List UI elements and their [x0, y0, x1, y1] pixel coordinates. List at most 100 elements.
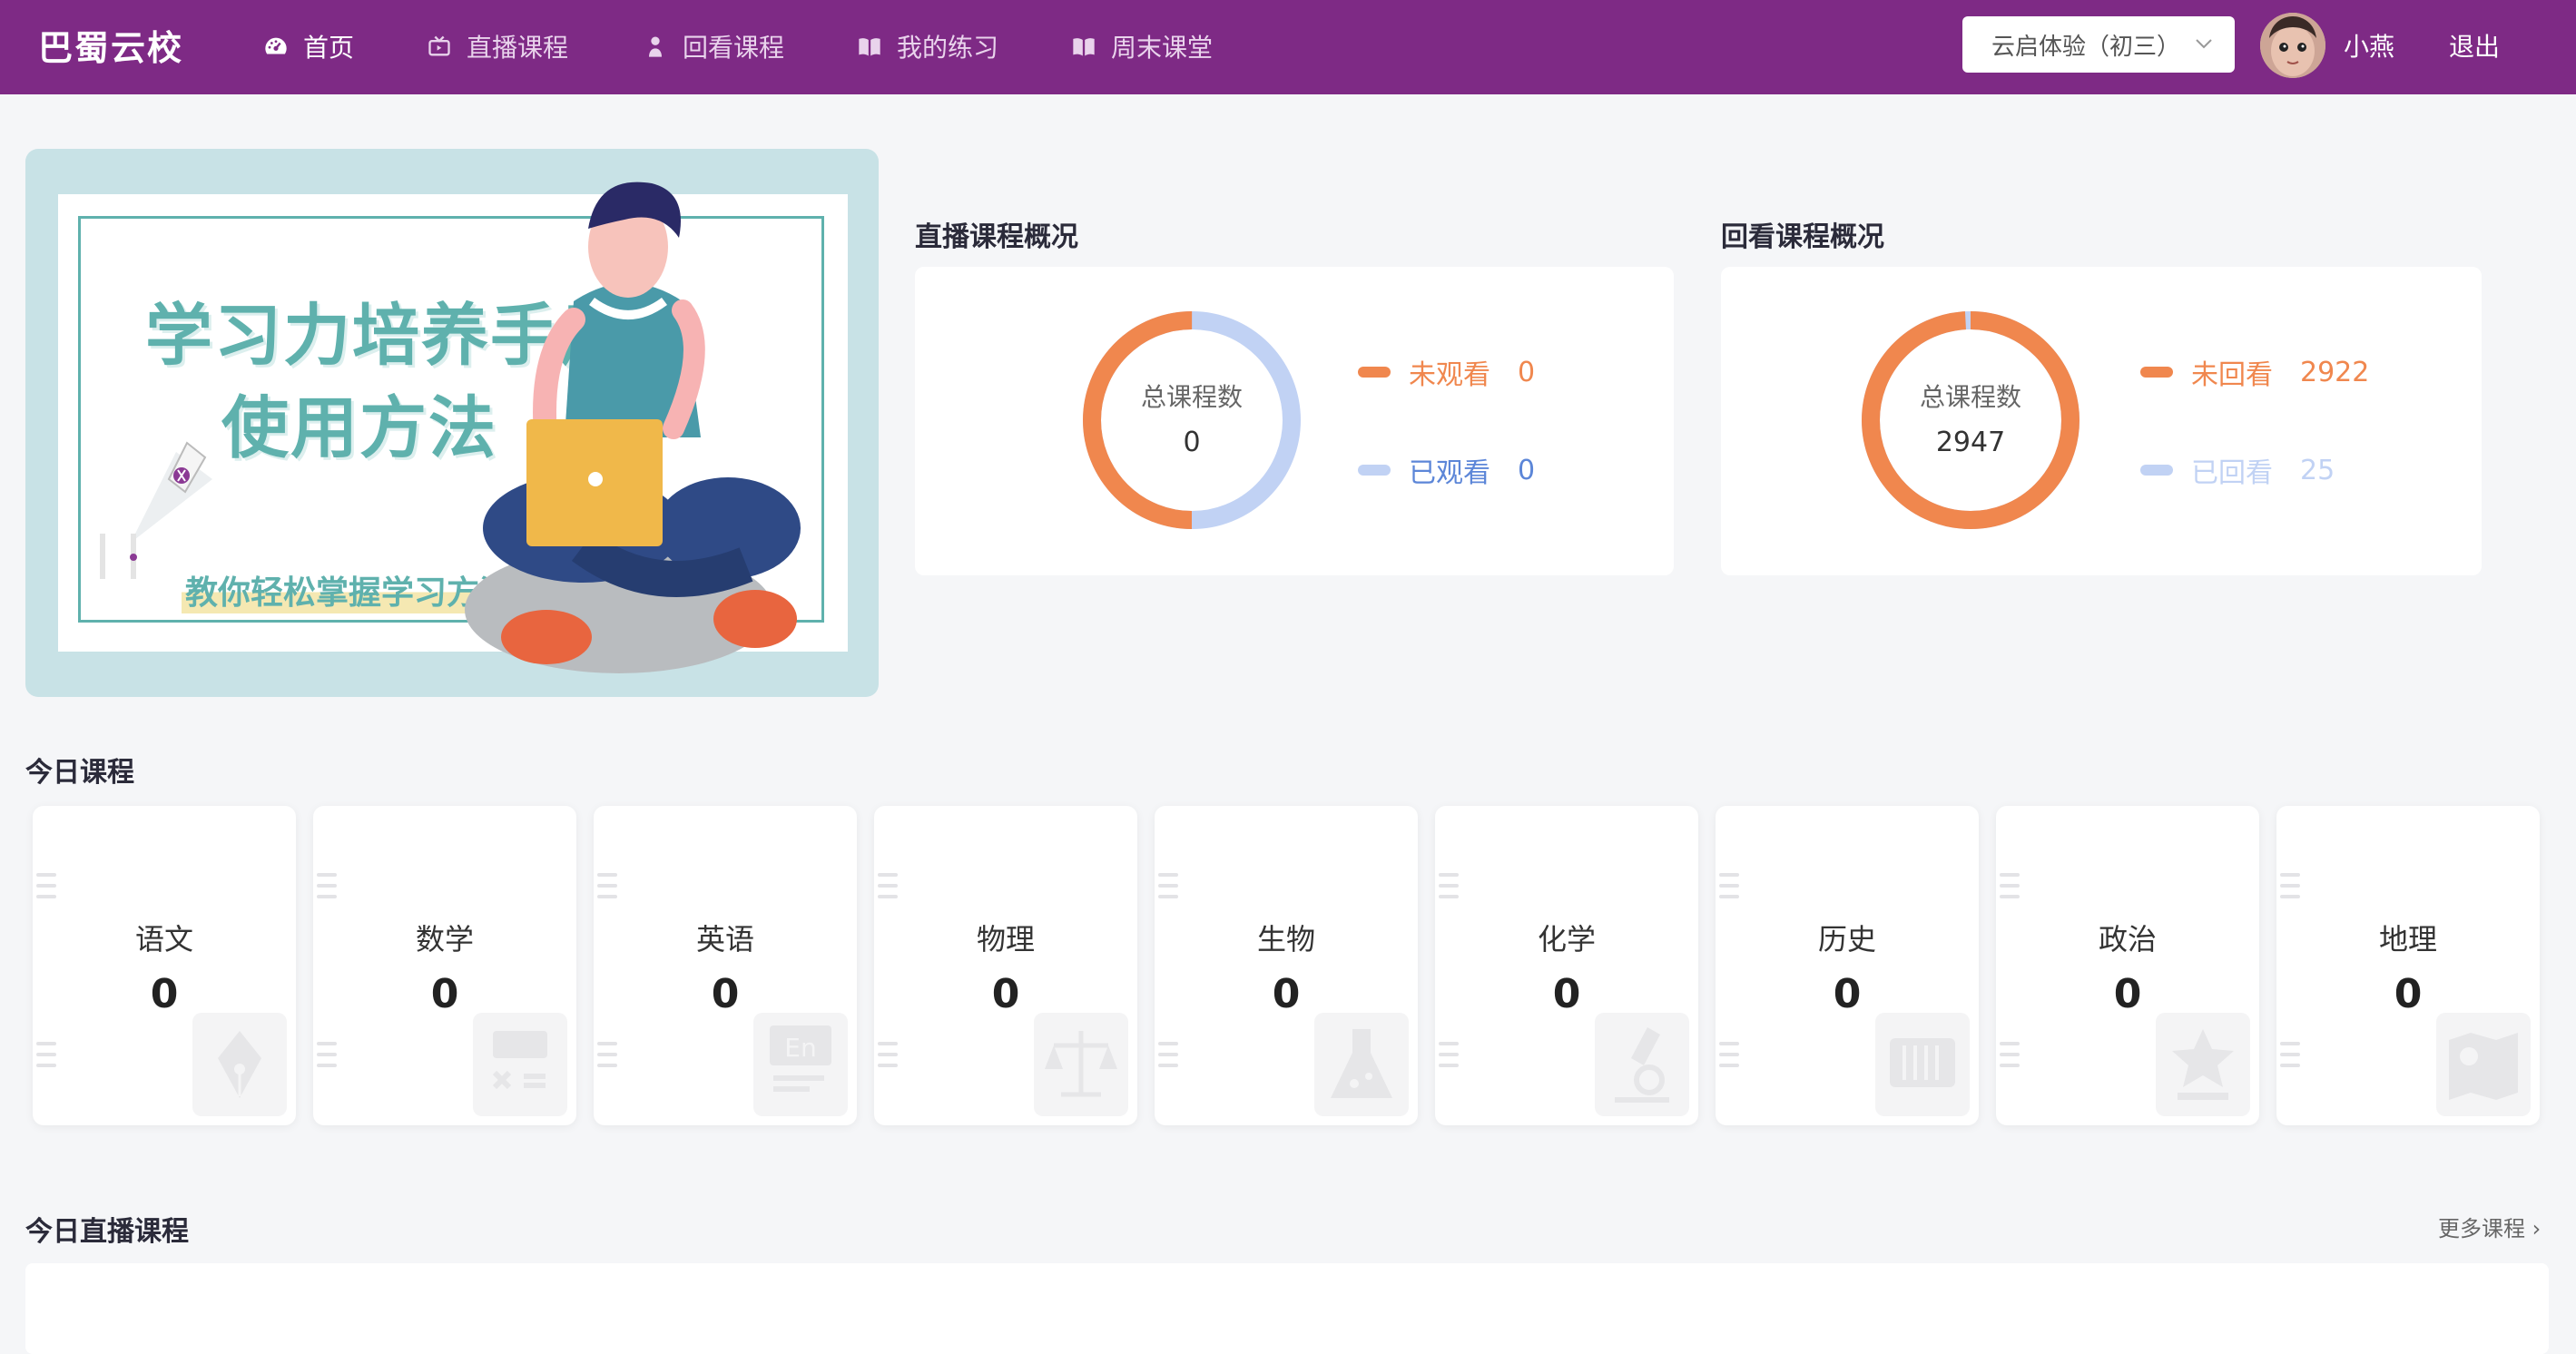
replay-total-value: 2947 [1935, 427, 2006, 458]
notebook-ring-icon [1158, 873, 1178, 898]
legend-label: 已观看 [1409, 457, 1490, 489]
legend-value: 0 [1518, 356, 1536, 388]
subject-name: 化学 [1537, 922, 1596, 957]
legend-swatch [1358, 465, 1391, 476]
replay-unwatched-arc [1862, 311, 2079, 529]
legend-label: 已回看 [2191, 457, 2273, 489]
subject-count: 0 [2113, 971, 2142, 1017]
notebook-ring-icon [597, 873, 617, 898]
logout-button[interactable]: 退出 [2449, 27, 2500, 64]
notebook-ring-icon [1719, 873, 1739, 898]
subject-name: 政治 [2098, 922, 2157, 957]
subject-name: 历史 [1817, 922, 1876, 957]
subject-card-politics[interactable]: 政治 0 [1996, 806, 2259, 1125]
nav-label: 周末课堂 [1111, 33, 1214, 63]
notebook-ring-icon [317, 873, 337, 898]
legend-value: 2922 [2300, 356, 2370, 388]
legend-swatch [2140, 367, 2173, 378]
subject-card-geography[interactable]: 地理 0 [2276, 806, 2540, 1125]
more-courses-label: 更多课程 [2438, 1216, 2525, 1241]
subject-name: 物理 [976, 922, 1035, 957]
notebook-ring-icon [1439, 1042, 1459, 1067]
subject-name: 语文 [134, 922, 193, 957]
dashboard-icon [265, 37, 287, 54]
nav-live-courses[interactable]: 直播课程 [427, 27, 568, 65]
replay-donut-chart [1862, 311, 2079, 529]
replay-overview-panel: 总课程数 2947 未回看 2922 已回看 25 [1721, 267, 2482, 575]
notebook-ring-icon [2000, 1042, 2020, 1067]
subject-name: 生物 [1256, 922, 1315, 957]
more-courses-link[interactable]: 更多课程 › [2438, 1211, 2541, 1242]
notebook-ring-icon [2000, 873, 2020, 898]
star-badge-icon [2156, 1013, 2250, 1116]
live-overview-panel: 总课程数 0 未观看 0 已观看 0 [915, 267, 1674, 575]
subject-count: 0 [150, 971, 179, 1017]
notebook-ring-icon [2280, 1042, 2300, 1067]
nav-home[interactable]: 首页 [263, 27, 354, 65]
notebook-ring-icon [317, 1042, 337, 1067]
subject-name: 数学 [415, 922, 474, 957]
subject-card-biology[interactable]: 生物 0 [1155, 806, 1418, 1125]
person-icon [649, 36, 662, 57]
nav-label: 直播课程 [467, 33, 569, 63]
subject-card-physics[interactable]: 物理 0 [874, 806, 1137, 1125]
subject-card-english[interactable]: 英语 0 En [594, 806, 857, 1125]
subject-count: 0 [1272, 971, 1301, 1017]
nav-label: 我的练习 [897, 33, 999, 63]
legend-value: 25 [2300, 454, 2335, 486]
flask-icon [1314, 1013, 1409, 1116]
microscope-icon [1595, 1013, 1689, 1116]
term-select-value: 云启体验（初三） [1991, 33, 2181, 61]
notebook-ring-icon [1158, 1042, 1178, 1067]
live-donut-chart [1083, 311, 1301, 529]
scale-icon [1034, 1013, 1128, 1116]
live-total-label: 总课程数 [1140, 382, 1243, 412]
live-legend-watched: 已观看 0 [1358, 450, 1535, 490]
subject-card-chinese[interactable]: 语文 0 [33, 806, 296, 1125]
live-overview-title: 直播课程概况 [915, 221, 1078, 253]
nav-replay-courses[interactable]: 回看课程 [643, 27, 784, 65]
nav-my-practice[interactable]: 我的练习 [857, 27, 998, 65]
subject-count: 0 [2394, 971, 2423, 1017]
today-live-panel [25, 1263, 2549, 1354]
book-icon [1073, 38, 1095, 56]
user-name[interactable]: 小燕 [2344, 27, 2394, 64]
chevron-down-icon [2196, 39, 2212, 49]
tv-icon [428, 35, 450, 56]
book-icon [859, 38, 880, 56]
term-select[interactable]: 云启体验（初三） [1962, 16, 2235, 73]
today-live-title: 今日直播课程 [25, 1216, 189, 1248]
notebook-ring-icon [878, 873, 898, 898]
promo-banner[interactable]: 学习力培养手册 使用方法 教你轻松掌握学习方法 [25, 149, 879, 697]
subject-count: 0 [711, 971, 740, 1017]
nav-label: 回看课程 [683, 33, 785, 63]
app-logo[interactable]: 巴蜀云校 [38, 20, 183, 70]
nav-label: 首页 [303, 33, 355, 63]
svg-text:En: En [784, 1033, 816, 1063]
subject-count: 0 [991, 971, 1020, 1017]
math-icon [473, 1013, 567, 1116]
nav-weekend-class[interactable]: 周末课堂 [1071, 27, 1213, 65]
replay-legend-unwatched: 未回看 2922 [2140, 352, 2369, 392]
legend-swatch [2140, 465, 2173, 476]
english-icon: En [753, 1013, 848, 1116]
map-icon [2436, 1013, 2531, 1116]
subject-count: 0 [1833, 971, 1862, 1017]
replay-total-label: 总课程数 [1919, 382, 2021, 412]
legend-value: 0 [1518, 454, 1536, 486]
live-legend-unwatched: 未观看 0 [1358, 352, 1535, 392]
scroll-icon [1875, 1013, 1970, 1116]
rocket-small-icon [100, 534, 137, 579]
today-courses-title: 今日课程 [25, 757, 134, 789]
subject-card-chemistry[interactable]: 化学 0 [1435, 806, 1698, 1125]
banner-title-line2: 使用方法 [221, 389, 497, 467]
subject-card-history[interactable]: 历史 0 [1716, 806, 1979, 1125]
subject-count: 0 [430, 971, 459, 1017]
pen-nib-icon [192, 1013, 287, 1116]
chevron-right-icon: › [2532, 1216, 2542, 1241]
avatar[interactable] [2260, 13, 2325, 78]
subject-card-math[interactable]: 数学 0 [313, 806, 576, 1125]
notebook-ring-icon [1439, 873, 1459, 898]
notebook-ring-icon [878, 1042, 898, 1067]
notebook-ring-icon [1719, 1042, 1739, 1067]
